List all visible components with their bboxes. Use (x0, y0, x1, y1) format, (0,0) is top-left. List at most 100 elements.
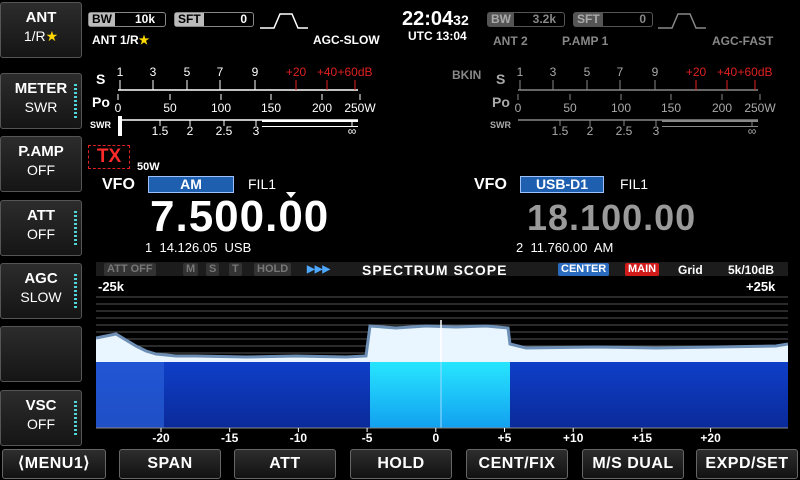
main-filter[interactable]: FIL1 (248, 176, 276, 192)
scope-axis-label: -10 (290, 431, 308, 444)
main-po-label: Po (92, 94, 110, 110)
sub-sft-value: 0 (639, 12, 646, 26)
meter-s-tick-label: 9 (652, 65, 659, 79)
meter-po-tick-label: 250W (744, 101, 776, 115)
att-side-button[interactable]: ATT OFF (0, 200, 82, 256)
clock: 22:0432 (402, 8, 469, 31)
meter-s-over-label: +20 (286, 65, 307, 79)
pamp-button[interactable]: P.AMP OFF (0, 136, 82, 192)
scope-speed-arrows-icon: ▶▶▶ (307, 264, 331, 275)
star-icon: ★ (45, 28, 59, 44)
sub-vfo-label[interactable]: VFO (474, 176, 507, 194)
power-level: 50W (137, 161, 160, 173)
sub-s-label: S (496, 71, 505, 87)
meter-swr-tick-label: 3 (653, 124, 660, 138)
spectrum-scope[interactable]: -20 -15 -10 -5 0 +5 +10 +15 +20 (96, 276, 788, 444)
scope-main-badge[interactable]: MAIN (625, 263, 660, 276)
meter-po-tick-label: 150 (661, 101, 681, 115)
scope-axis-label: 0 (432, 431, 439, 444)
main-vfo-label[interactable]: VFO (102, 176, 135, 194)
sub-meter: S Po SWR 1 3 5 7 9 +20 +40 +60dB 0 50 100 150 200 25… (490, 65, 776, 138)
expd-set-button[interactable]: EXPD/SET (696, 449, 798, 479)
main-ant-text: ANT 1/R (92, 33, 139, 47)
meter-button-value: SWR (24, 99, 58, 115)
agc-button[interactable]: AGC SLOW (0, 263, 82, 319)
scope-axis-label: -15 (221, 431, 239, 444)
main-sft-label: SFT (175, 13, 204, 26)
main-ant-status: ANT 1/R★ (92, 33, 149, 47)
meter-s-tick-label: 5 (184, 65, 191, 79)
vsc-button-value: OFF (27, 416, 55, 432)
filter-shape-icon (260, 13, 308, 29)
scope-hold-indicator: HOLD (254, 263, 292, 276)
scope-axis-label: +5 (498, 431, 512, 444)
sub-filter-shape-icon (658, 13, 706, 29)
meter-s-over-label: +60dB (737, 65, 772, 79)
meter-s-tick-label: 5 (584, 65, 591, 79)
main-bw-label: BW (89, 13, 115, 26)
selection-grip-icon (74, 401, 77, 435)
meter-po-tick-label: 50 (163, 101, 177, 115)
clock-time: 22:04 (402, 8, 454, 30)
sub-sft-indicator[interactable]: SFT 0 (573, 12, 653, 27)
cent-fix-button[interactable]: CENT/FIX (466, 449, 568, 479)
main-memo-number: 1 (145, 240, 153, 255)
meter-po-tick-label: 100 (211, 101, 231, 115)
scope-axis-label: +20 (700, 431, 721, 444)
ms-dual-button[interactable]: M/S DUAL (582, 449, 684, 479)
pamp-button-value: OFF (27, 162, 55, 178)
pamp-button-title: P.AMP (18, 143, 64, 160)
main-bw-indicator[interactable]: BW 10k (88, 12, 166, 27)
scope-m-indicator: M (183, 263, 199, 276)
scope-axis-label: -20 (152, 431, 170, 444)
scope-axis-label: -5 (362, 431, 373, 444)
scope-center-badge[interactable]: CENTER (558, 263, 610, 276)
hold-button[interactable]: HOLD (350, 449, 452, 479)
sub-bw-label: BW (488, 13, 514, 26)
meter-po-tick-label: 0 (115, 101, 122, 115)
sub-frequency[interactable]: 18.100.00 (527, 197, 696, 239)
main-bw-value: 10k (134, 12, 155, 26)
selection-grip-icon (74, 211, 77, 245)
att-button[interactable]: ATT (234, 449, 336, 479)
sub-filter[interactable]: FIL1 (620, 176, 648, 192)
meter-button[interactable]: METER SWR (0, 73, 82, 129)
selection-grip-icon (74, 274, 77, 308)
main-sft-indicator[interactable]: SFT 0 (174, 12, 254, 27)
meter-swr-tick-label: 2.5 (616, 124, 633, 138)
meter-swr-tick-label: 1.5 (152, 124, 169, 138)
scope-s-indicator: S (206, 263, 220, 276)
sub-pamp-status: P.AMP 1 (562, 34, 609, 48)
menu1-button[interactable]: ⟨MENU1⟩ (2, 449, 106, 479)
scope-grid-label: Grid (678, 263, 703, 277)
blank-side-button[interactable] (0, 326, 82, 382)
meter-po-tick-label: 200 (712, 101, 732, 115)
main-frequency[interactable]: 7.500.00 (150, 192, 329, 242)
main-s-label: S (96, 71, 105, 87)
agc-button-value: SLOW (20, 289, 62, 305)
sub-mode-badge[interactable]: USB-D1 (520, 176, 604, 193)
sub-memo-mode: AM (593, 240, 614, 255)
meter-po-tick-label: 150 (261, 101, 281, 115)
meter-s-tick-label: 7 (217, 65, 224, 79)
meter-po-tick-label: 250W (344, 101, 376, 115)
sub-memo-frequency: 11.760.00 (530, 240, 588, 255)
sub-bw-indicator[interactable]: BW 3.2k (487, 12, 565, 27)
main-swr-label: SWR (90, 120, 111, 130)
main-mode-badge[interactable]: AM (148, 176, 234, 193)
selection-grip-icon (74, 84, 77, 118)
scope-att-indicator: ATT OFF (104, 263, 156, 276)
meter-swr-tick-label: 2 (587, 124, 594, 138)
sub-po-label: Po (492, 94, 510, 110)
main-sft-value: 0 (240, 12, 247, 26)
meter-swr-tick-label: 1.5 (552, 124, 569, 138)
meter-s-over-label: +40 (317, 65, 338, 79)
ant-button[interactable]: ANT 1/R★ (0, 2, 82, 58)
att-side-button-title: ATT (26, 207, 56, 224)
span-button[interactable]: SPAN (119, 449, 221, 479)
meter-po-tick-label: 100 (611, 101, 631, 115)
meter-swr-tick-label: 2 (187, 124, 194, 138)
vsc-button[interactable]: VSC OFF (0, 390, 82, 446)
sub-agc-status: AGC-FAST (712, 34, 774, 48)
main-memo-mode: USB (224, 240, 252, 255)
